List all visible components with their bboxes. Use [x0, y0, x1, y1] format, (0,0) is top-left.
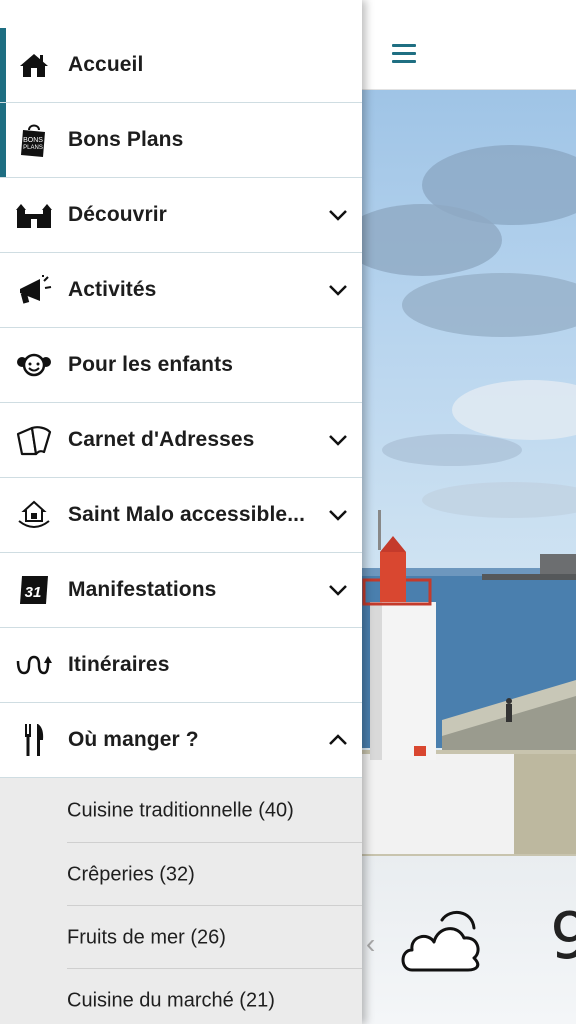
chevron-down-icon: [329, 585, 347, 596]
menu-item-label: Bons Plans: [68, 128, 184, 151]
weather-temperature: 9: [550, 900, 576, 974]
calendar-icon: 31: [14, 570, 54, 610]
castle-icon: [14, 195, 54, 235]
fork-knife-icon: [14, 720, 54, 760]
menu-item-ou-manger[interactable]: Où manger ?: [0, 703, 362, 778]
home-icon: [14, 45, 54, 85]
submenu-item[interactable]: Cuisine du marché (21): [0, 969, 362, 1024]
submenu-item[interactable]: Fruits de mer (26): [0, 906, 362, 969]
main-content: ‹ 9: [362, 0, 576, 1024]
menu-item-label: Saint Malo accessible...: [68, 503, 305, 526]
hero-image: [362, 90, 576, 856]
menu-item-bons-plans[interactable]: BONS PLANS Bons Plans: [0, 103, 362, 178]
open-book-icon: [14, 420, 54, 460]
submenu-item[interactable]: Cuisine traditionnelle (40): [0, 778, 362, 843]
submenu-item-label: Cuisine traditionnelle (40): [67, 799, 294, 821]
child-face-icon: [14, 345, 54, 385]
menu-item-accueil[interactable]: Accueil: [0, 28, 362, 103]
chevron-down-icon: [329, 510, 347, 521]
menu-item-pour-les-enfants[interactable]: Pour les enfants: [0, 328, 362, 403]
chevron-up-icon: [329, 734, 347, 745]
submenu-item[interactable]: Crêperies (32): [0, 843, 362, 906]
menu-item-label: Itinéraires: [68, 653, 170, 676]
submenu-item-label: Fruits de mer (26): [67, 926, 226, 948]
menu-item-activites[interactable]: Activités: [0, 253, 362, 328]
menu-item-label: Activités: [68, 278, 157, 301]
hamburger-menu-icon[interactable]: [392, 44, 416, 64]
menu-item-itineraires[interactable]: Itinéraires: [0, 628, 362, 703]
menu-item-label: Accueil: [68, 53, 144, 76]
megaphone-icon: [14, 270, 54, 310]
chevron-down-icon: [329, 435, 347, 446]
menu-item-label: Carnet d'Adresses: [68, 428, 255, 451]
menu-item-label: Où manger ?: [68, 728, 199, 751]
submenu-ou-manger: Cuisine traditionnelle (40) Crêperies (3…: [0, 778, 362, 1024]
menu-item-saint-malo-accessible[interactable]: Saint Malo accessible...: [0, 478, 362, 553]
weather-widget: ‹ 9: [362, 856, 576, 1024]
navigation-drawer: Accueil BONS PLANS Bons Plans Découvrir: [0, 0, 362, 1024]
menu-item-carnet-d-adresses[interactable]: Carnet d'Adresses: [0, 403, 362, 478]
menu-item-manifestations[interactable]: 31 Manifestations: [0, 553, 362, 628]
submenu-item-label: Cuisine du marché (21): [67, 989, 275, 1011]
route-icon: [14, 645, 54, 685]
bons-plans-icon-text-1: BONS: [23, 137, 43, 144]
app-header: [362, 0, 576, 90]
cloud-icon: [398, 904, 484, 979]
chevron-down-icon: [329, 285, 347, 296]
menu-item-label: Manifestations: [68, 578, 217, 601]
calendar-icon-text: 31: [25, 584, 42, 601]
bons-plans-icon-text-2: PLANS: [23, 145, 43, 151]
menu-item-label: Découvrir: [68, 203, 167, 226]
accessible-house-icon: [14, 495, 54, 535]
menu-item-decouvrir[interactable]: Découvrir: [0, 178, 362, 253]
weather-prev-icon[interactable]: ‹: [366, 928, 375, 960]
menu-item-label: Pour les enfants: [68, 353, 233, 376]
submenu-item-label: Crêperies (32): [67, 863, 195, 885]
bons-plans-bag-icon: BONS PLANS: [14, 120, 54, 160]
chevron-down-icon: [329, 210, 347, 221]
